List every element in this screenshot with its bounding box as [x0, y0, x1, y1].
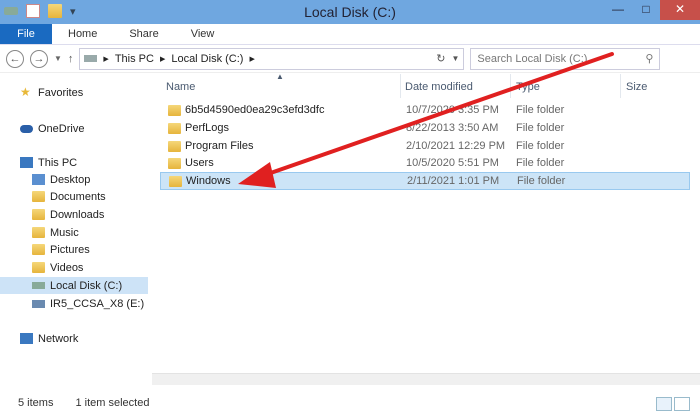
- breadcrumb-local-disk[interactable]: Local Disk (C:): [171, 53, 243, 65]
- downloads-icon: [32, 209, 45, 220]
- videos-icon: [32, 262, 45, 273]
- refresh-icon[interactable]: ↻: [436, 52, 445, 65]
- file-list: Name ▲ Date modified Type Size 6b5d4590e…: [152, 72, 700, 391]
- search-icon: ⚲: [645, 53, 654, 65]
- navigation-bar: ← → ▼ ↑ ▶ This PC ▶ Local Disk (C:) ▶ ▼ …: [0, 45, 700, 73]
- documents-icon: [32, 191, 45, 202]
- music-icon: [32, 227, 45, 238]
- column-size[interactable]: Size: [626, 81, 647, 93]
- ribbon-tabs: File Home Share View: [0, 24, 700, 45]
- drive-icon: [32, 282, 45, 289]
- file-row[interactable]: Program Files 2/10/2021 12:29 PM File fold…: [160, 137, 690, 155]
- breadcrumb-this-pc[interactable]: This PC: [115, 53, 154, 65]
- file-row[interactable]: 6b5d4590ed0ea29c3efd3dfc 10/7/2020 3:35 P…: [160, 101, 690, 119]
- tab-file[interactable]: File: [0, 24, 52, 44]
- sidebar-item-onedrive[interactable]: OneDrive: [20, 120, 168, 137]
- sidebar-item-network[interactable]: Network: [20, 330, 168, 347]
- address-dropdown-icon[interactable]: ▼: [452, 54, 460, 63]
- status-bar: 5 items 1 item selected: [0, 391, 700, 415]
- maximize-button[interactable]: □: [632, 0, 660, 20]
- desktop-icon: [32, 174, 45, 185]
- tab-home[interactable]: Home: [52, 24, 113, 44]
- minimize-button[interactable]: —: [604, 0, 632, 20]
- file-row[interactable]: PerfLogs 8/22/2013 3:50 AM File folder: [160, 119, 690, 137]
- cloud-icon: [20, 124, 33, 133]
- address-bar[interactable]: ▶ This PC ▶ Local Disk (C:) ▶ ▼ ↻: [79, 47, 465, 70]
- computer-icon: [20, 157, 33, 168]
- navigation-pane: ★ Favorites OneDrive This PC Desktop Docu…: [0, 74, 150, 391]
- large-icons-view-button[interactable]: [674, 397, 690, 411]
- window-title: Local Disk (C:): [304, 4, 396, 20]
- tab-view[interactable]: View: [175, 24, 231, 44]
- folder-icon: [168, 140, 181, 152]
- item-count: 5 items: [18, 397, 54, 409]
- sidebar-item-local-disk[interactable]: Local Disk (C:): [0, 277, 148, 294]
- tab-share[interactable]: Share: [113, 24, 174, 44]
- folder-icon: [169, 175, 182, 187]
- horizontal-scrollbar[interactable]: [152, 373, 700, 385]
- details-view-button[interactable]: [656, 397, 672, 411]
- folder-icon: [168, 122, 181, 134]
- network-icon: [20, 333, 33, 344]
- sidebar-item-this-pc[interactable]: This PC: [20, 154, 168, 171]
- column-type[interactable]: Type: [516, 81, 540, 93]
- close-button[interactable]: ✕: [660, 0, 700, 20]
- column-name[interactable]: Name: [166, 81, 195, 93]
- file-row-selected[interactable]: Windows 2/11/2021 1:01 PM File folder: [160, 172, 690, 190]
- sort-ascending-icon: ▲: [276, 72, 284, 81]
- selection-count: 1 item selected: [75, 397, 150, 409]
- forward-button[interactable]: →: [30, 49, 48, 68]
- recent-locations-icon[interactable]: ▼: [54, 54, 62, 63]
- star-icon: ★: [20, 85, 31, 99]
- disc-drive-icon: [32, 299, 45, 308]
- folder-icon: [168, 104, 181, 116]
- column-headers: Name ▲ Date modified Type Size: [152, 72, 700, 100]
- sidebar-item-favorites[interactable]: ★ Favorites: [20, 84, 168, 101]
- folder-icon: [168, 157, 181, 169]
- file-row[interactable]: Users 10/5/2020 5:51 PM File folder: [160, 154, 690, 172]
- back-button[interactable]: ←: [6, 49, 24, 68]
- drive-icon: [84, 55, 98, 62]
- title-bar: ▾ Local Disk (C:) — □ ✕: [0, 0, 700, 24]
- up-button[interactable]: ↑: [68, 53, 74, 65]
- search-input[interactable]: Search Local Disk (C:) ⚲: [470, 47, 661, 70]
- pictures-icon: [32, 244, 45, 255]
- column-date-modified[interactable]: Date modified: [405, 81, 473, 93]
